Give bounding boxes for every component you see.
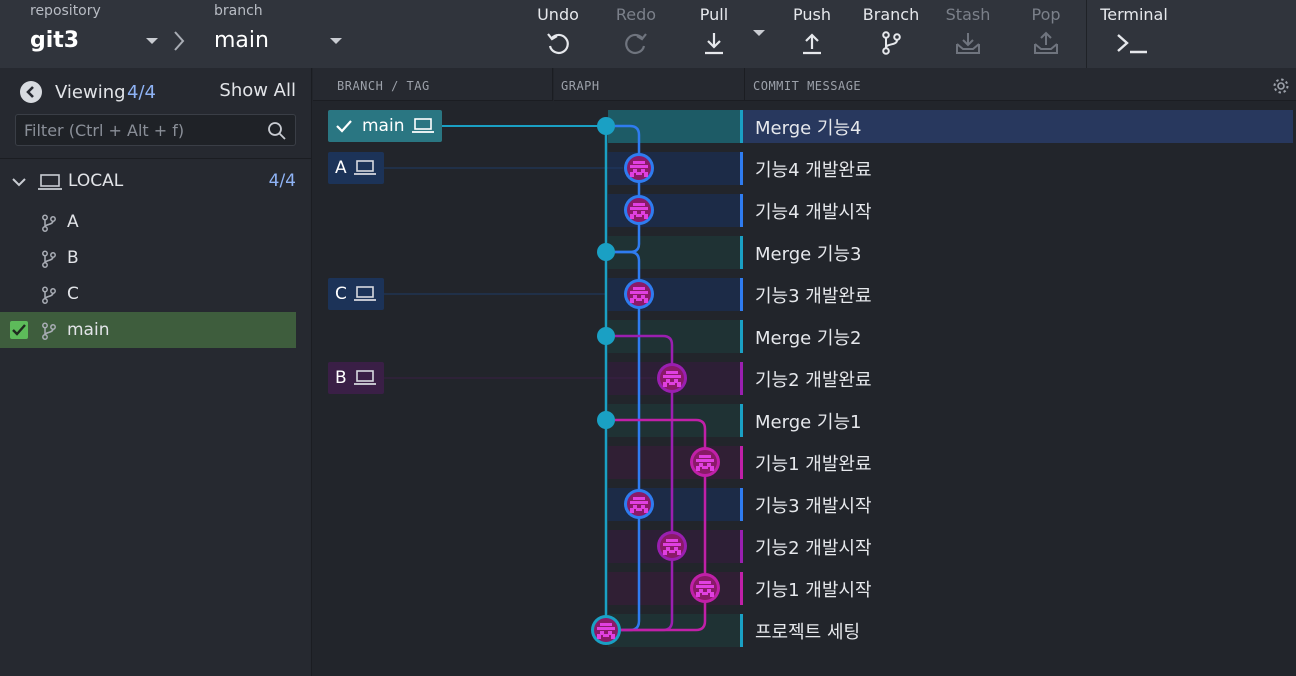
merge-commit-node[interactable]	[597, 117, 615, 135]
commit-avatar-node[interactable]	[690, 573, 720, 603]
commit-avatar-node[interactable]	[591, 615, 621, 645]
commit-message[interactable]: 기능3 개발시작	[755, 492, 872, 518]
commit-avatar-node[interactable]	[624, 279, 654, 309]
commit-avatar-node[interactable]	[657, 531, 687, 561]
commit-avatar-node[interactable]	[624, 195, 654, 225]
commit-avatar-node[interactable]	[624, 153, 654, 183]
commit-nodes	[591, 117, 720, 645]
merge-commit-node[interactable]	[597, 327, 615, 345]
commit-message[interactable]: Merge 기능2	[755, 324, 861, 350]
commit-message[interactable]: 기능4 개발완료	[755, 156, 872, 182]
commit-message[interactable]: 기능2 개발시작	[755, 534, 872, 560]
lane-feature1	[606, 418, 707, 632]
merge-commit-node[interactable]	[597, 243, 615, 261]
commit-message[interactable]: 기능1 개발완료	[755, 450, 872, 476]
commit-avatar-node[interactable]	[690, 447, 720, 477]
lane-feature3	[606, 250, 641, 632]
commit-message[interactable]: 기능3 개발완료	[755, 282, 872, 308]
commit-message[interactable]: 프로젝트 세팅	[755, 618, 860, 644]
commit-avatar-node[interactable]	[657, 363, 687, 393]
commit-message[interactable]: Merge 기능4	[755, 114, 861, 140]
commit-message[interactable]: 기능1 개발시작	[755, 576, 872, 602]
lane-feature4	[606, 124, 641, 254]
commit-message[interactable]: 기능2 개발완료	[755, 366, 872, 392]
commit-message[interactable]: 기능4 개발시작	[755, 198, 872, 224]
commit-message[interactable]: Merge 기능3	[755, 240, 861, 266]
commit-message[interactable]: Merge 기능1	[755, 408, 861, 434]
commit-avatar-node[interactable]	[624, 489, 654, 519]
merge-commit-node[interactable]	[597, 411, 615, 429]
commit-graph	[384, 117, 720, 645]
